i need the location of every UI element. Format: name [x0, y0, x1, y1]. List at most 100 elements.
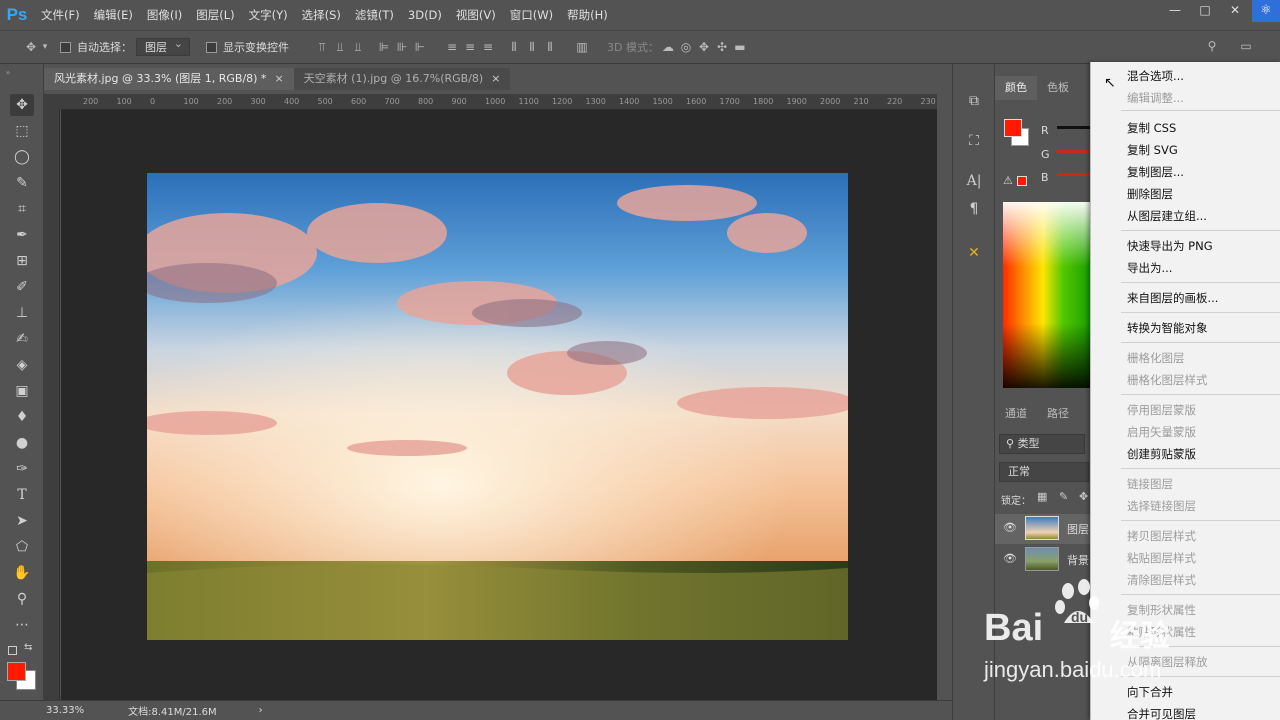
context-menu-item[interactable]: 创建剪贴蒙版 — [1127, 446, 1196, 462]
3d-slide-icon[interactable]: ✣ — [713, 40, 731, 54]
tab-document-1[interactable]: 风光素材.jpg @ 33.3% (图层 1, RGB/8) * × — [44, 68, 294, 90]
lock-transparent-icon[interactable]: ▦ — [1037, 490, 1047, 503]
shape-tool-icon[interactable]: ⬠ — [10, 536, 34, 558]
tab-close-icon[interactable]: × — [274, 68, 283, 90]
menu-item[interactable]: 文字(Y) — [242, 0, 295, 30]
type-tool-icon[interactable]: T — [10, 484, 34, 506]
context-menu-item[interactable]: 删除图层 — [1127, 186, 1173, 202]
quick-select-tool-icon[interactable]: ✎ — [10, 172, 34, 194]
3d-orbit-icon[interactable]: ☁ — [659, 40, 677, 54]
distribute-right-icon[interactable]: ⦀ — [541, 40, 559, 55]
g-slider[interactable] — [1057, 150, 1091, 153]
history-panel-icon[interactable]: ⧉ — [963, 90, 985, 112]
menu-item[interactable]: 滤镜(T) — [348, 0, 401, 30]
tool-preset-chevron-icon[interactable]: ▾ — [40, 42, 50, 52]
context-menu-item[interactable]: 导出为... — [1127, 260, 1172, 276]
align-left-icon[interactable]: ⊫ — [375, 40, 393, 55]
layer-row-2[interactable]: 👁 背景 — [995, 545, 1091, 575]
b-slider[interactable] — [1057, 173, 1091, 176]
restore-button[interactable]: □ — [1190, 0, 1220, 20]
visibility-eye-icon[interactable]: 👁 — [1003, 521, 1017, 534]
pen-tool-icon[interactable]: ✑ — [10, 458, 34, 480]
context-menu-item[interactable]: 复制图层... — [1127, 164, 1184, 180]
align-bottom-icon[interactable]: ⫫ — [349, 40, 367, 55]
align-hcenter-icon[interactable]: ⊪ — [393, 40, 411, 55]
context-menu-item[interactable]: 快速导出为 PNG — [1127, 238, 1213, 254]
lasso-tool-icon[interactable]: ◯ — [10, 146, 34, 168]
tool-presets-icon[interactable]: ✕ — [963, 242, 985, 264]
menu-item[interactable]: 3D(D) — [401, 0, 449, 30]
auto-select-checkbox[interactable] — [60, 41, 71, 53]
zoom-level[interactable]: 33.33% — [46, 705, 84, 716]
status-menu-arrow[interactable]: › — [259, 705, 263, 716]
tab-channels[interactable]: 通道 — [995, 402, 1037, 426]
tab-document-2[interactable]: 天空素材 (1).jpg @ 16.7%(RGB/8) × — [293, 68, 511, 90]
align-right-icon[interactable]: ⊩ — [411, 40, 429, 55]
stamp-tool-icon[interactable]: ⊥ — [10, 302, 34, 324]
color-spectrum[interactable] — [1003, 202, 1103, 388]
foreground-color-swatch[interactable] — [7, 662, 26, 681]
tab-close-icon[interactable]: × — [491, 68, 500, 90]
document-image[interactable] — [147, 173, 848, 640]
zoom-tool-icon[interactable]: ⚲ — [10, 588, 34, 610]
distribute-top-icon[interactable]: ≡ — [443, 40, 461, 55]
auto-align-icon[interactable]: ▥ — [573, 40, 591, 55]
workspace-icon[interactable]: ▭ — [1237, 39, 1255, 53]
paragraph-panel-icon[interactable]: ¶ — [963, 198, 985, 220]
move-tool-icon[interactable]: ✥ — [22, 40, 40, 54]
dodge-tool-icon[interactable]: ● — [10, 432, 34, 454]
menu-item[interactable]: 帮助(H) — [560, 0, 615, 30]
menu-item[interactable]: 视图(V) — [449, 0, 503, 30]
character-panel-icon[interactable]: A| — [963, 170, 985, 192]
distribute-vcenter-icon[interactable]: ≡ — [461, 40, 479, 55]
layer-name[interactable]: 图层 — [1067, 521, 1089, 537]
minimize-button[interactable]: — — [1160, 0, 1190, 20]
auto-select-dropdown[interactable]: 图层 — [136, 37, 190, 56]
properties-panel-icon[interactable]: ⛶ — [963, 130, 985, 152]
eyedropper-tool-icon[interactable]: ✒ — [10, 224, 34, 246]
distribute-left-icon[interactable]: ⦀ — [505, 40, 523, 55]
context-menu-item[interactable]: 合并可见图层 — [1127, 706, 1196, 720]
menu-item[interactable]: 图像(I) — [140, 0, 189, 30]
history-brush-tool-icon[interactable]: ✍ — [10, 328, 34, 350]
layer-name[interactable]: 背景 — [1067, 552, 1089, 568]
tab-color[interactable]: 颜色 — [995, 76, 1037, 100]
move-tool-icon[interactable]: ✥ — [10, 94, 34, 116]
context-menu-item[interactable]: 复制 CSS — [1127, 120, 1176, 136]
context-menu-item[interactable]: 从图层建立组... — [1127, 208, 1207, 224]
show-transform-checkbox[interactable] — [206, 41, 217, 53]
3d-pan-icon[interactable]: ✥ — [695, 40, 713, 54]
menu-item[interactable]: 选择(S) — [295, 0, 348, 30]
align-vcenter-icon[interactable]: ⫫ — [331, 40, 349, 55]
tab-paths[interactable]: 路径 — [1037, 402, 1079, 426]
distribute-bottom-icon[interactable]: ≡ — [479, 40, 497, 55]
tab-swatches[interactable]: 色板 — [1037, 76, 1079, 100]
layer-row-1[interactable]: 👁 图层 — [995, 514, 1091, 544]
distribute-hcenter-icon[interactable]: ⦀ — [523, 40, 541, 55]
layer-filter-dropdown[interactable]: ⚲ 类型 — [999, 434, 1085, 454]
3d-roll-icon[interactable]: ◎ — [677, 40, 695, 54]
hand-tool-icon[interactable]: ✋ — [10, 562, 34, 584]
visibility-eye-icon[interactable]: 👁 — [1003, 552, 1017, 565]
fg-color-chip[interactable] — [1004, 119, 1022, 137]
path-select-tool-icon[interactable]: ➤ — [10, 510, 34, 532]
search-icon[interactable]: ⚲ — [1203, 39, 1221, 53]
context-menu-item[interactable]: 混合选项... — [1127, 68, 1184, 84]
3d-scale-icon[interactable]: ▬ — [731, 40, 749, 54]
crop-tool-icon[interactable]: ⌗ — [10, 198, 34, 220]
collapse-icon[interactable]: » — [2, 68, 14, 77]
eraser-tool-icon[interactable]: ◈ — [10, 354, 34, 376]
close-button[interactable]: ✕ — [1220, 0, 1250, 20]
marquee-tool-icon[interactable]: ⬚ — [10, 120, 34, 142]
menu-item[interactable]: 文件(F) — [34, 0, 87, 30]
swap-colors-icon[interactable]: ⇆ — [24, 642, 32, 653]
brush-tool-icon[interactable]: ✐ — [10, 276, 34, 298]
share-icon[interactable]: ⚛ — [1252, 0, 1280, 22]
context-menu-item[interactable]: 复制 SVG — [1127, 142, 1178, 158]
blend-mode-dropdown[interactable]: 正常 — [999, 462, 1089, 482]
context-menu-item[interactable]: 向下合并 — [1127, 684, 1173, 700]
context-menu-item[interactable]: 转换为智能对象 — [1127, 320, 1208, 336]
gamut-swatch[interactable] — [1017, 176, 1027, 186]
menu-item[interactable]: 窗口(W) — [503, 0, 560, 30]
blur-tool-icon[interactable]: ♦ — [10, 406, 34, 428]
